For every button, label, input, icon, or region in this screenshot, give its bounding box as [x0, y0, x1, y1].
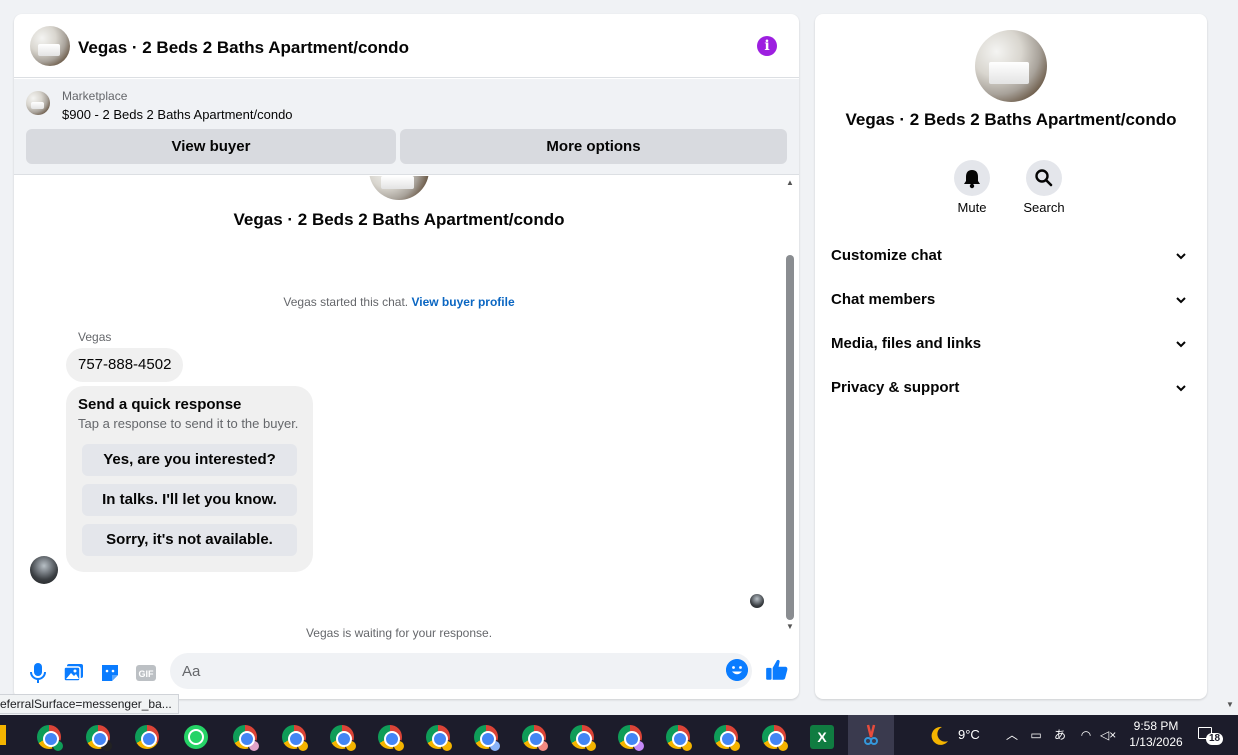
chrome-profile-icon[interactable] — [570, 725, 597, 752]
section-label: Media, files and links — [831, 335, 982, 352]
chevron-down-icon — [1176, 385, 1186, 392]
view-buyer-profile-link[interactable]: View buyer profile — [411, 295, 514, 309]
active-app-tile[interactable] — [848, 715, 894, 755]
message-bubble[interactable]: 757-888-4502 — [66, 348, 184, 382]
sticker-icon[interactable] — [98, 661, 122, 685]
whatsapp-icon[interactable] — [184, 725, 208, 749]
chrome-profile-icon[interactable] — [282, 725, 309, 752]
speaker-muted-icon[interactable]: ◁× — [1100, 728, 1116, 742]
marketplace-bar: Marketplace $900 - 2 Beds 2 Baths Apartm… — [14, 79, 799, 175]
section-media-files-links[interactable]: Media, files and links — [831, 330, 1191, 358]
status-bar-url: eferralSurface=messenger_ba... — [0, 694, 179, 714]
quick-response-card: Send a quick response Tap a response to … — [66, 386, 313, 572]
taskbar: X 9°C ︿ ▭ あ ◠ ◁× 9:58 PM 1/13/2026 18 — [0, 715, 1238, 755]
search-button[interactable] — [1026, 160, 1062, 196]
phone-icon — [188, 729, 204, 745]
search-icon — [1035, 169, 1053, 187]
microphone-icon[interactable] — [26, 661, 50, 685]
window-scroll-down-icon[interactable]: ▼ — [1226, 700, 1234, 709]
gif-icon[interactable]: GIF — [134, 661, 158, 685]
chrome-profile-icon[interactable] — [378, 725, 405, 752]
search-label: Search — [1023, 200, 1065, 215]
weather-temperature[interactable]: 9°C — [958, 727, 980, 742]
conversation-avatar — [369, 176, 429, 200]
chrome-profile-icon[interactable] — [666, 725, 693, 752]
quick-response-subtitle: Tap a response to send it to the buyer. — [78, 416, 299, 431]
excel-icon[interactable]: X — [810, 725, 834, 749]
quick-response-button[interactable]: Yes, are you interested? — [82, 444, 297, 476]
view-buyer-button[interactable]: View buyer — [26, 129, 396, 164]
section-customize-chat[interactable]: Customize chat — [831, 242, 1191, 270]
section-label: Customize chat — [831, 247, 942, 264]
quick-response-title: Send a quick response — [78, 396, 242, 413]
clock-time[interactable]: 9:58 PM — [1120, 719, 1192, 733]
chrome-profile-icon[interactable] — [714, 725, 741, 752]
mute-label: Mute — [957, 200, 987, 215]
chevron-down-icon — [1176, 253, 1186, 260]
conversation-title: Vegas · 2 Beds 2 Baths Apartment/condo — [233, 210, 565, 229]
info-icon[interactable]: i — [757, 36, 777, 56]
chrome-profile-icon[interactable] — [37, 725, 64, 752]
chat-details-panel: Vegas · 2 Beds 2 Baths Apartment/condo M… — [815, 14, 1207, 699]
sender-name: Vegas — [78, 330, 112, 344]
bell-icon — [964, 170, 980, 189]
listing-price-title[interactable]: $900 - 2 Beds 2 Baths Apartment/condo — [62, 107, 293, 122]
quick-response-button[interactable]: In talks. I'll let you know. — [82, 484, 297, 516]
scroll-up-arrow-icon[interactable]: ▲ — [786, 179, 794, 187]
chevron-down-icon — [1176, 341, 1186, 348]
notification-count: 18 — [1206, 733, 1224, 745]
snipping-tool-icon — [864, 724, 878, 745]
chat-panel: Vegas · 2 Beds 2 Baths Apartment/condo i… — [14, 14, 799, 699]
chrome-profile-icon[interactable] — [233, 725, 260, 752]
mute-button[interactable] — [954, 160, 990, 196]
conversation-scrollbar[interactable]: ▲ ▼ — [786, 179, 794, 631]
marketplace-label: Marketplace — [62, 89, 128, 103]
chrome-profile-icon[interactable] — [474, 725, 501, 752]
chat-header: Vegas · 2 Beds 2 Baths Apartment/condo i — [14, 14, 799, 78]
read-receipt-avatar — [750, 594, 764, 608]
more-options-button[interactable]: More options — [400, 129, 787, 164]
chrome-icon[interactable] — [135, 725, 159, 749]
chat-started-notice: Vegas started this chat. View buyer prof… — [14, 295, 784, 309]
quick-response-button[interactable]: Sorry, it's not available. — [82, 524, 297, 556]
conversation-area: Vegas · 2 Beds 2 Baths Apartment/condo V… — [14, 176, 799, 651]
listing-thumbnail[interactable] — [26, 91, 50, 115]
chrome-profile-icon[interactable] — [618, 725, 645, 752]
language-icon[interactable]: あ — [1052, 728, 1068, 742]
weather-moon-icon[interactable] — [928, 725, 950, 747]
chevron-up-icon[interactable]: ︿ — [1004, 728, 1020, 742]
scroll-down-arrow-icon[interactable]: ▼ — [786, 623, 794, 631]
section-chat-members[interactable]: Chat members — [831, 286, 1191, 314]
notification-center-icon[interactable]: 18 — [1198, 727, 1224, 745]
listing-avatar[interactable] — [30, 26, 70, 66]
scroll-thumb[interactable] — [786, 255, 794, 620]
chrome-profile-icon[interactable] — [86, 725, 113, 752]
chat-title[interactable]: Vegas · 2 Beds 2 Baths Apartment/condo — [78, 38, 409, 58]
chrome-profile-icon[interactable] — [426, 725, 453, 752]
sender-avatar[interactable] — [30, 556, 58, 584]
message-input[interactable] — [170, 653, 752, 689]
chrome-profile-icon[interactable] — [762, 725, 789, 752]
message-composer: GIF — [14, 651, 799, 699]
photo-icon[interactable] — [62, 661, 86, 685]
chrome-profile-icon[interactable] — [522, 725, 549, 752]
emoji-icon[interactable] — [726, 659, 748, 681]
details-avatar[interactable] — [975, 30, 1047, 102]
section-label: Chat members — [831, 291, 936, 308]
waiting-notice: Vegas is waiting for your response. — [305, 626, 493, 640]
wifi-icon[interactable]: ◠ — [1078, 728, 1094, 742]
section-label: Privacy & support — [831, 379, 960, 396]
chrome-profile-icon[interactable] — [330, 725, 357, 752]
clock-date[interactable]: 1/13/2026 — [1120, 735, 1192, 749]
chat-started-text: Vegas started this chat. — [283, 295, 409, 309]
meet-now-icon[interactable]: ▭ — [1028, 728, 1044, 742]
svg-text:GIF: GIF — [139, 669, 155, 679]
chevron-down-icon — [1176, 297, 1186, 304]
section-privacy-support[interactable]: Privacy & support — [831, 374, 1191, 402]
thumbs-up-icon[interactable] — [764, 657, 790, 683]
file-explorer-icon[interactable] — [0, 725, 6, 745]
details-title: Vegas · 2 Beds 2 Baths Apartment/condo — [845, 110, 1177, 129]
